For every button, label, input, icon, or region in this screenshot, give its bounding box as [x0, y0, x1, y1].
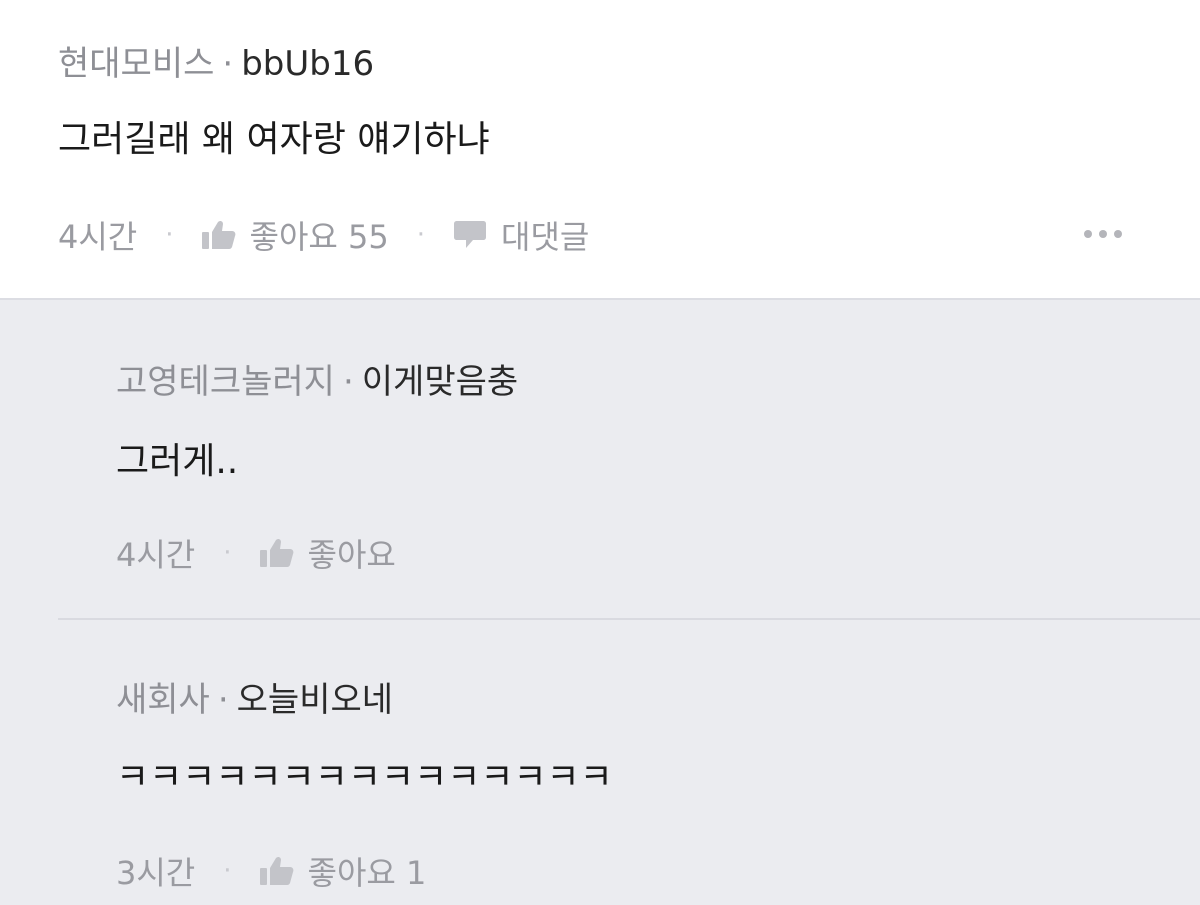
speech-bubble-icon — [453, 219, 487, 251]
action-separator: · — [165, 220, 174, 250]
author-company: 현대모비스 — [58, 44, 215, 84]
action-separator: · — [223, 538, 232, 568]
thumbs-up-icon — [259, 856, 294, 886]
reply-button[interactable]: 대댓글 — [453, 212, 589, 258]
like-button[interactable]: 좋아요 — [259, 530, 396, 576]
reply-text: ㅋㅋㅋㅋㅋㅋㅋㅋㅋㅋㅋㅋㅋㅋㅋ — [116, 757, 613, 798]
reply-time: 4시간 — [116, 536, 196, 574]
reply-actions: 4시간 · 좋아요 — [116, 530, 396, 576]
thumbs-up-icon — [201, 220, 236, 250]
like-button[interactable]: 좋아요 1 — [259, 848, 427, 894]
reply-list: 고영테크놀러지 · 이게맞음충 그러게.. 4시간 · 좋아요 새회사 · 오늘비오네 … — [0, 300, 1200, 905]
reply-divider — [58, 618, 1200, 620]
comment-author: 현대모비스 · bbUb16 — [58, 44, 374, 84]
action-separator: · — [223, 856, 232, 886]
author-company: 고영테크놀러지 — [116, 362, 335, 402]
author-nickname[interactable]: 이게맞음충 — [362, 362, 518, 402]
author-nickname[interactable]: bbUb16 — [241, 44, 374, 84]
author-company: 새회사 — [116, 680, 210, 720]
author-separator: · — [342, 362, 354, 402]
reply-label: 대댓글 — [501, 218, 590, 256]
action-separator: · — [416, 220, 425, 250]
like-label: 좋아요 55 — [249, 218, 389, 256]
reply-text: 그러게.. — [116, 441, 239, 482]
like-label: 좋아요 1 — [307, 854, 427, 892]
reply-actions: 3시간 · 좋아요 1 — [116, 848, 426, 894]
more-options-button[interactable] — [1084, 230, 1122, 238]
reply-author: 새회사 · 오늘비오네 — [116, 680, 393, 720]
comment-text: 그러길래 왜 여자랑 얘기하냐 — [58, 119, 490, 160]
more-dot — [1099, 230, 1107, 238]
like-button[interactable]: 좋아요 55 — [201, 212, 389, 258]
author-separator: · — [222, 44, 234, 84]
reply-time: 3시간 — [116, 854, 196, 892]
more-dot — [1084, 230, 1092, 238]
comment-time: 4시간 — [58, 218, 138, 256]
reply-author: 고영테크놀러지 · 이게맞음충 — [116, 362, 518, 402]
author-nickname[interactable]: 오늘비오네 — [237, 680, 393, 720]
thumbs-up-icon — [259, 538, 294, 568]
more-dot — [1114, 230, 1122, 238]
comment-actions: 4시간 · 좋아요 55 · 대댓글 — [58, 212, 589, 258]
main-comment: 현대모비스 · bbUb16 그러길래 왜 여자랑 얘기하냐 4시간 · 좋아요 5… — [0, 0, 1200, 300]
like-label: 좋아요 — [307, 536, 396, 574]
author-separator: · — [217, 680, 229, 720]
